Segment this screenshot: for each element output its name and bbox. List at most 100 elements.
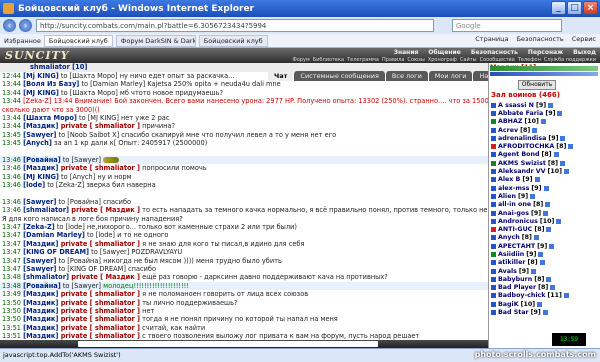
tools-menu[interactable]: Сервис [572,35,596,43]
tab-chat[interactable]: Чат [268,71,294,81]
user-name[interactable]: BagiK [498,301,519,308]
info-icon[interactable] [542,310,548,316]
info-icon[interactable] [531,268,537,274]
chat-nick[interactable]: [Маздик] [23,122,58,130]
chat-nick[interactable]: [MJ KING] [23,173,59,181]
info-icon[interactable] [539,260,545,266]
user-name[interactable]: Alien [498,193,516,200]
search-input[interactable]: Google [452,19,562,32]
info-icon[interactable] [537,301,543,307]
menu-character[interactable]: Персонаж [528,49,563,56]
user-list-item[interactable]: A ssassi N [9] [491,101,598,109]
chat-nick[interactable]: [Маздик] [23,332,58,340]
menu-knowledge[interactable]: Знания [394,49,419,56]
chat-nick[interactable]: [lode] [23,181,45,189]
maximize-button[interactable]: □ [567,1,582,15]
user-name[interactable]: Bad Player [498,284,536,291]
info-icon[interactable] [540,119,546,125]
chat-nick[interactable]: [KING OF DREAM] [23,248,89,256]
user-list-item[interactable]: Babyburn [8] [491,275,598,283]
info-icon[interactable] [546,276,552,282]
info-icon[interactable] [534,177,540,183]
user-list-item[interactable]: Anai-gos [9] [491,209,598,217]
chat-nick[interactable]: [Damian Marley] [23,231,85,239]
user-list-item[interactable]: АРЕСТАНТ [9] [491,242,598,250]
user-list-item[interactable]: Bad Player [8] [491,284,598,292]
user-name[interactable]: Bad Star [498,309,529,316]
user-name[interactable]: ABHAZ [498,118,522,125]
user-name[interactable]: Asiidiin [498,251,524,258]
info-icon[interactable] [530,193,536,199]
info-icon[interactable] [563,293,569,299]
user-list-item[interactable]: Anych [8] [491,234,598,242]
user-name[interactable]: Anai-gos [498,210,529,217]
info-icon[interactable] [546,227,552,233]
info-icon[interactable] [532,127,538,133]
tab-system[interactable]: Системные сообщения [294,71,385,81]
chat-nick[interactable]: [Маздик] [23,240,58,248]
message-input[interactable] [78,341,378,347]
chat-nick[interactable]: [Sawyer] [23,198,56,206]
user-name[interactable]: all-in one [498,201,531,208]
info-icon[interactable] [543,210,549,216]
chat-nick[interactable]: [Ровайна] [23,282,61,290]
chat-nick[interactable]: [Маздик] [23,307,58,315]
user-list-item[interactable]: atikiller [8] [491,259,598,267]
info-icon[interactable] [545,202,551,208]
refresh-button[interactable]: Обновить [518,80,556,90]
info-icon[interactable] [533,235,539,241]
user-name[interactable]: Alex B [498,176,520,183]
user-list-item[interactable]: Asiidiin [9] [491,250,598,258]
user-name[interactable]: alex-mss [498,185,529,192]
info-icon[interactable] [550,285,556,291]
info-icon[interactable] [538,251,544,257]
user-name[interactable]: ANTI-GUC [498,226,532,233]
user-list-item[interactable]: alex-mss [9] [491,184,598,192]
user-name[interactable]: adrenalindisa [498,135,546,142]
info-icon[interactable] [549,243,555,249]
browser-tab[interactable]: Форум DarkSIN & Dark... [115,34,196,47]
security-menu[interactable]: Безопасность [517,35,564,43]
user-list-item[interactable]: Abbate Faria [9] [491,109,598,117]
user-list-item[interactable]: ANTI-GUC [8] [491,225,598,233]
user-name[interactable]: Badboy-chick [498,292,545,299]
chat-nick[interactable]: [Sawyer] [23,265,56,273]
chat-nick[interactable]: [Ровайна] [23,156,61,164]
user-name[interactable]: Agent Bond [498,151,539,158]
chat-nick[interactable]: [shmaliator] [23,273,69,281]
chat-nick[interactable]: [Маздик] [23,315,58,323]
browser-tab[interactable]: Бойцовский клуб [198,34,268,47]
info-icon[interactable] [553,152,559,158]
minimize-button[interactable]: _ [551,1,566,15]
top-nick[interactable]: shmaliator [10] [30,63,87,71]
user-list-item[interactable]: adrenalindisa [9] [491,134,598,142]
menu-social[interactable]: Общение [428,49,460,56]
page-menu[interactable]: Страница [475,35,508,43]
chat-nick[interactable]: [Mj KING] [23,72,59,80]
info-icon[interactable] [568,144,574,150]
user-list-item[interactable]: Alex B [9] [491,176,598,184]
info-icon[interactable] [548,102,554,108]
user-name[interactable]: atikiller [498,259,525,266]
chat-log[interactable]: shmaliator [10] 12:44 [Mj KING] to [Шахт… [0,63,488,348]
info-icon[interactable] [556,218,562,224]
user-list-item[interactable]: ABHAZ [10] [491,118,598,126]
info-icon[interactable] [559,160,565,166]
chat-nick[interactable]: [Zeka-Z] [23,223,55,231]
user-list-item[interactable]: BagiK [10] [491,300,598,308]
user-list-item[interactable]: AKMS Swizist [8] [491,159,598,167]
tab-all-logs[interactable]: Все логи [385,71,428,81]
user-name[interactable]: AFRODITOCHKA [498,143,554,150]
user-list-item[interactable]: Agent Bond [8] [491,151,598,159]
user-list-item[interactable]: Andronicus [10] [491,217,598,225]
chat-nick[interactable]: [Sawyer] [23,257,56,265]
user-list-item[interactable]: Alien [9] [491,192,598,200]
forward-icon[interactable]: › [19,19,32,32]
address-input[interactable]: http://suncity.combats.com/main.pl?battl… [36,19,434,32]
menu-security[interactable]: Безопасность [471,49,518,56]
browser-tab[interactable]: Бойцовский клуб [43,34,113,47]
user-list-item[interactable]: all-in one [8] [491,201,598,209]
info-icon[interactable] [543,185,549,191]
menu-exit[interactable]: Выход [573,49,596,56]
chat-nick[interactable]: [Маздик] [23,299,58,307]
